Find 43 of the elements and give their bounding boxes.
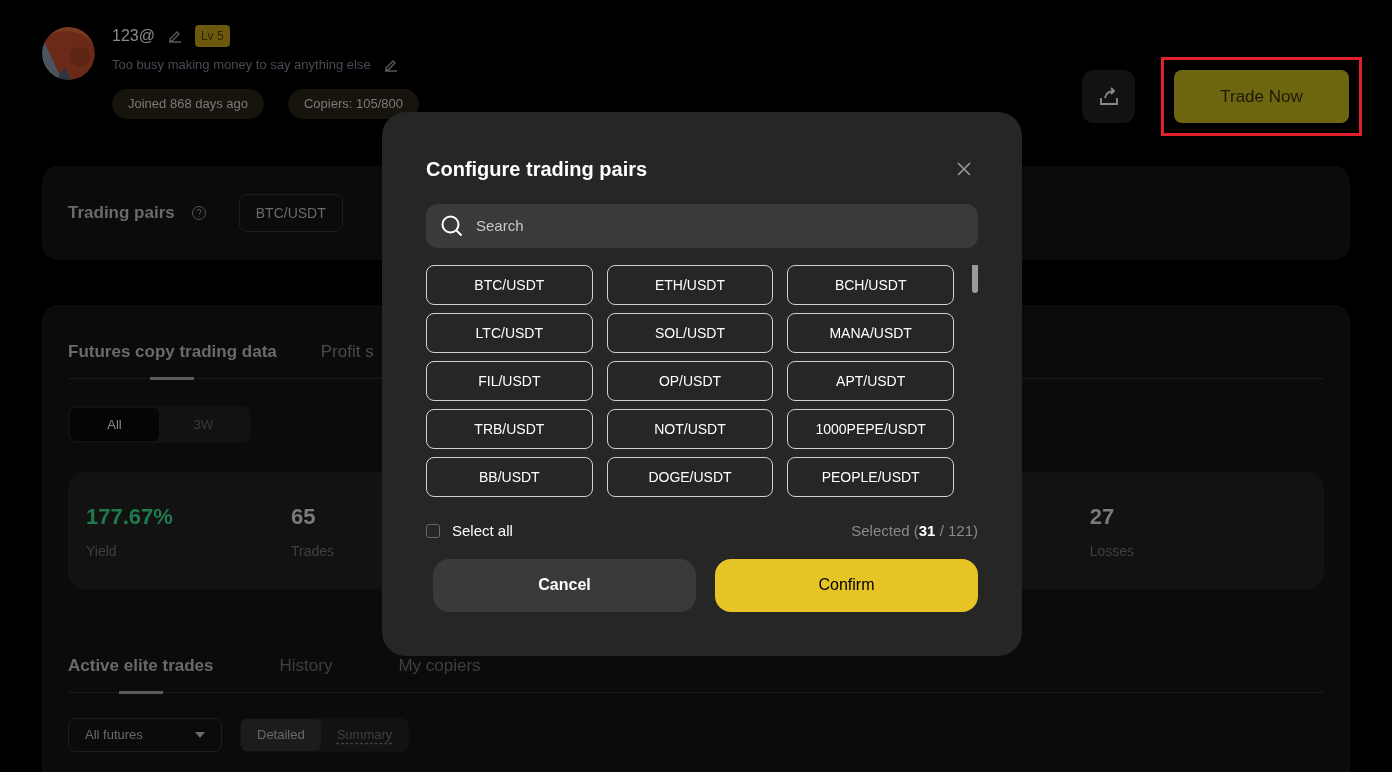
close-icon[interactable] — [956, 161, 972, 177]
tab[interactable]: Active elite trades — [68, 653, 214, 693]
select-all-label: Select all — [452, 521, 513, 541]
level-badge: Lv 5 — [194, 25, 230, 47]
pair-option[interactable]: PEOPLE/USDT — [787, 457, 954, 497]
selected-count: Selected (31 / 121) — [851, 521, 978, 541]
share-button[interactable] — [1082, 70, 1135, 123]
pair-option[interactable]: 1000PEPE/USDT — [787, 409, 954, 449]
pair-option[interactable]: BB/USDT — [426, 457, 593, 497]
pair-option[interactable]: DOGE/USDT — [606, 457, 774, 497]
dialog-title: Configure trading pairs — [426, 157, 648, 182]
stat-value: 65 — [291, 502, 316, 531]
user-bio: Too busy making money to say anything else — [112, 56, 371, 74]
cancel-button[interactable]: Cancel — [433, 558, 696, 612]
pair-option[interactable]: OP/USDT — [606, 361, 774, 401]
stat-value: 27 — [1089, 502, 1115, 531]
pair-option[interactable]: APT/USDT — [787, 361, 954, 401]
confirm-button[interactable]: Confirm — [715, 558, 978, 612]
pair-option[interactable]: SOL/USDT — [606, 313, 774, 353]
tab[interactable]: Futures copy trading data — [68, 339, 277, 379]
pair-option[interactable]: TRB/USDT — [426, 409, 593, 449]
pair-option[interactable]: MANA/USDT — [787, 313, 954, 353]
info-badge: Joined 868 days ago — [112, 88, 264, 119]
caret-icon — [195, 732, 205, 738]
scrollbar-thumb[interactable] — [972, 265, 978, 293]
section-title: Trading pairs — [68, 202, 175, 225]
pair-chip: BTC/USDT — [238, 194, 343, 232]
user-name: 123@ — [112, 26, 155, 46]
help-icon[interactable] — [190, 205, 207, 221]
pair-option[interactable]: ETH/USDT — [606, 265, 774, 305]
pair-option[interactable]: LTC/USDT — [426, 313, 593, 353]
pair-option[interactable]: BTC/USDT — [426, 265, 593, 305]
pair-option[interactable]: FIL/USDT — [426, 361, 593, 401]
select-all-checkbox[interactable] — [426, 524, 440, 539]
search-field[interactable]: Search — [426, 204, 978, 248]
stat-value: 177.67% — [86, 502, 173, 531]
period-tab[interactable]: All — [70, 408, 159, 441]
futures-dropdown[interactable]: All futures — [68, 718, 222, 752]
pair-option[interactable]: NOT/USDT — [606, 409, 774, 449]
search-input[interactable]: Search — [476, 214, 964, 238]
pair-option[interactable]: BCH/USDT — [787, 265, 954, 305]
info-badge: Copiers: 105/800 — [288, 88, 419, 119]
search-icon — [440, 214, 464, 238]
